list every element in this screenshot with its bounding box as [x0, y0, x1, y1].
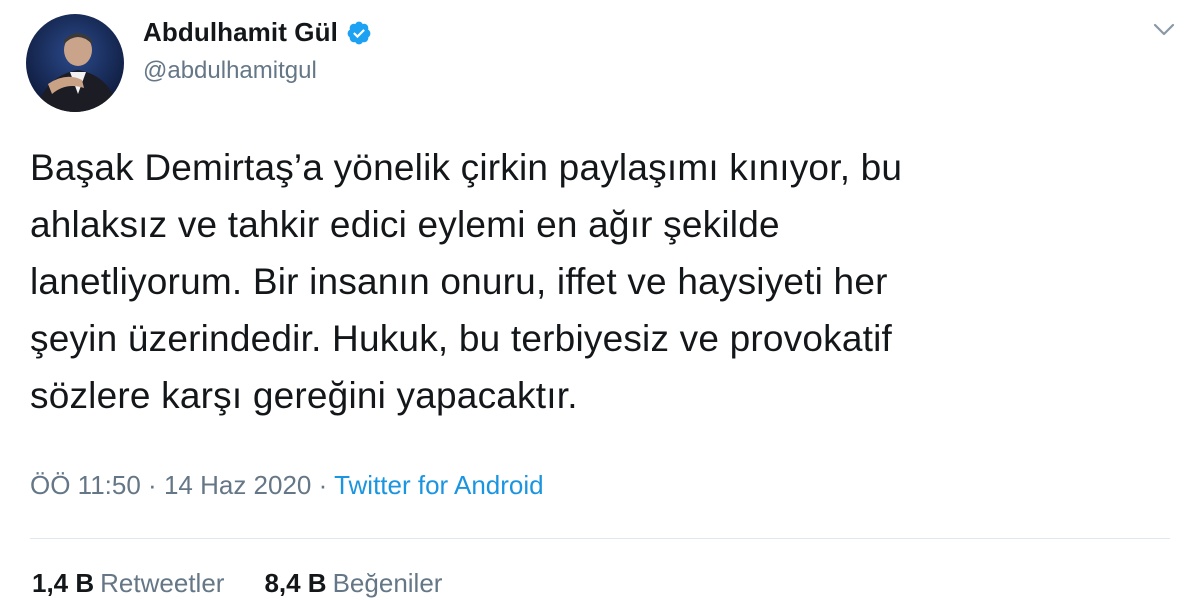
tweet-time[interactable]: ÖÖ 11:50: [30, 470, 141, 500]
avatar[interactable]: [26, 14, 124, 112]
meta-separator-2: ·: [318, 470, 328, 500]
author-display-name[interactable]: Abdulhamit Gül: [143, 17, 338, 48]
tweet-text: Başak Demirtaş’a yönelik çirkin paylaşım…: [30, 147, 903, 416]
likes-stat[interactable]: 8,4 B Beğeniler: [264, 568, 442, 599]
divider: [30, 538, 1170, 539]
meta-separator: ·: [148, 470, 157, 500]
likes-label: Beğeniler: [332, 568, 443, 598]
tweet-source-link[interactable]: Twitter for Android: [334, 470, 544, 500]
tweet-date[interactable]: 14 Haz 2020: [164, 470, 311, 500]
verified-badge-icon: [346, 20, 372, 46]
tweet-menu-button[interactable]: [1148, 14, 1180, 46]
chevron-down-icon: [1153, 23, 1175, 36]
retweets-label: Retweetler: [100, 568, 225, 598]
likes-count: 8,4 B: [264, 568, 327, 598]
profile-photo: [26, 14, 124, 112]
tweet-meta: ÖÖ 11:50 · 14 Haz 2020 · Twitter for And…: [30, 470, 544, 501]
author-handle[interactable]: @abdulhamitgul: [143, 57, 317, 85]
author-name-row[interactable]: Abdulhamit Gül: [143, 17, 372, 48]
retweets-count: 1,4 B: [32, 568, 95, 598]
retweets-stat[interactable]: 1,4 B Retweetler: [32, 568, 224, 599]
tweet-stats: 1,4 B Retweetler 8,4 B Beğeniler: [32, 568, 442, 599]
